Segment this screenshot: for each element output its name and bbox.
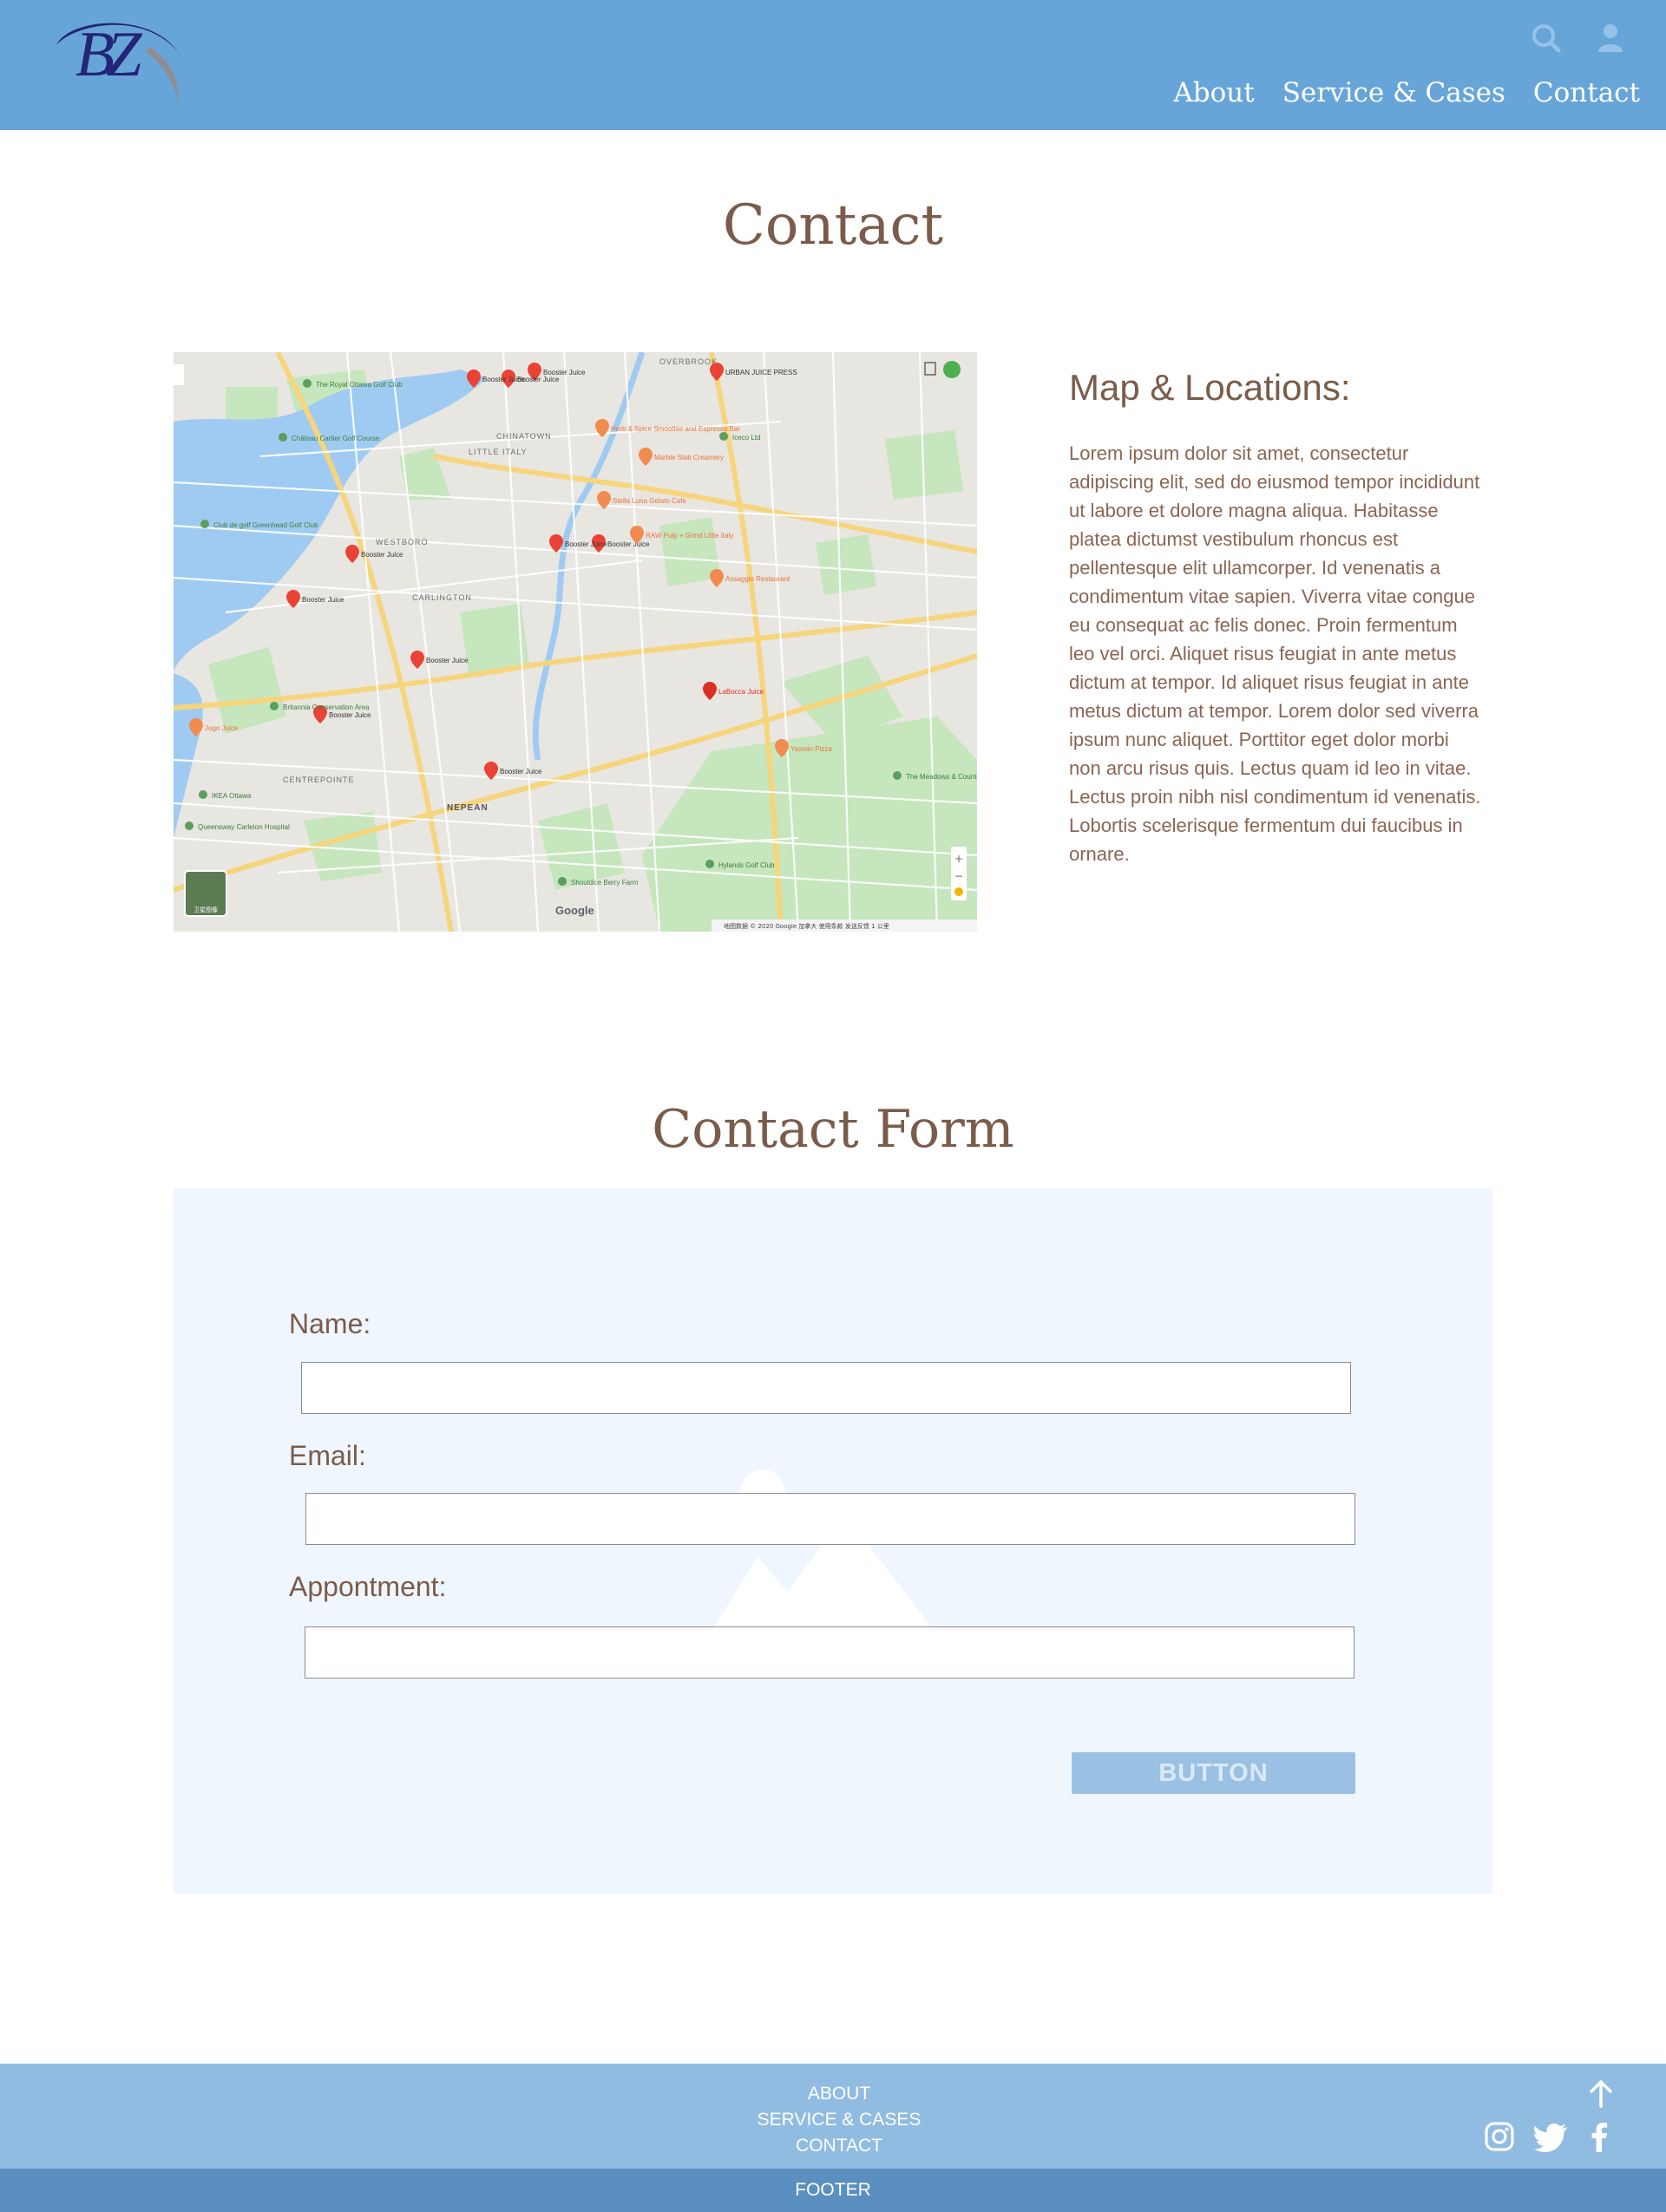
map-canvas[interactable]: OVERBROOK CHINATOWN LITTLE ITALY WESTBOR… [174, 352, 977, 932]
map-pin[interactable]: The Meadows & Country [893, 771, 977, 781]
map-pin-label: Iceco Ltd [732, 434, 760, 442]
nav-contact[interactable]: Contact [1533, 80, 1640, 107]
map-pin-label: URBAN JUICE PRESS [725, 369, 797, 376]
map-terms: 地图数据 © 2020 Google 加拿大 使用条款 发送反馈 1 公里 [724, 922, 889, 930]
contact-form: Name: Email: Appontment: BUTTON [174, 1188, 1492, 1894]
map-pin-label: Booster Juice [607, 540, 650, 548]
district-label: CARLINGTON [412, 593, 472, 602]
map-pin-label: Jugo Juice [205, 724, 239, 732]
submit-button[interactable]: BUTTON [1072, 1752, 1355, 1794]
search-icon[interactable] [1527, 19, 1565, 57]
page-title: Contact [722, 193, 944, 258]
map-poi-icon[interactable] [558, 877, 567, 886]
appointment-label: Appontment: [289, 1571, 447, 1602]
zoom-out-icon[interactable]: − [954, 870, 963, 882]
map-poi-icon[interactable] [719, 432, 728, 441]
map-poi-icon[interactable] [270, 702, 279, 710]
district-label: LITTLE ITALY [469, 448, 528, 456]
locations-heading: Map & Locations: [1069, 367, 1351, 408]
map-pin[interactable]: Britannia Conservation Area [270, 702, 370, 711]
map-pin-label: Queensway Carleton Hospital [198, 823, 290, 831]
map-badge-icon[interactable] [943, 361, 961, 378]
map-pin-label: LaBocca Juice [718, 688, 764, 696]
map-pin-label: Booster Juice [361, 551, 403, 559]
locations-description: Lorem ipsum dolor sit amet, consectetur … [1069, 442, 1481, 865]
footer-bar: FOOTER [0, 2169, 1666, 2212]
footer-bar-label: FOOTER [795, 2180, 871, 2200]
map-pin-label: Hylands Golf Club [718, 861, 775, 869]
site-footer: ABOUT SERVICE & CASES CONTACT [0, 2064, 1666, 2169]
map-poi-icon[interactable] [200, 520, 209, 528]
map-pin-label: Assaggio Restaurant [725, 575, 790, 583]
header-icon-group [1527, 19, 1666, 61]
map-pin-label: RAW Pulp + Grind Little Italy [646, 532, 733, 540]
name-label: Name: [289, 1308, 371, 1339]
site-header: BZ About Service & Cases Contact [0, 0, 1666, 130]
map-pin-label: The Royal Ottawa Golf Club [316, 381, 403, 389]
map-pin-label: Booster Juice [500, 768, 542, 776]
map-pin-label: Stella Luna Gelato Cafe [613, 497, 686, 505]
email-field[interactable] [305, 1493, 1355, 1545]
map-pin-label: Booster Juice [329, 711, 371, 719]
email-label: Email: [289, 1440, 366, 1471]
map-poi-icon[interactable] [199, 790, 207, 799]
zoom-in-icon[interactable]: + [954, 853, 963, 865]
map-pin-label: Château Cartier Golf Course [292, 435, 380, 442]
layer-label: 卫星图像 [193, 906, 218, 913]
twitter-icon[interactable] [1534, 2119, 1569, 2154]
form-title: Contact Form [652, 1099, 1014, 1160]
footer-link-service-cases[interactable]: SERVICE & CASES [0, 2107, 1666, 2133]
map-pin-label: Marble Slab Creamery [654, 454, 724, 461]
nav-service-cases[interactable]: Service & Cases [1282, 80, 1505, 107]
footer-nav: ABOUT SERVICE & CASES CONTACT [0, 2081, 1666, 2159]
facebook-icon[interactable] [1583, 2119, 1617, 2154]
main-nav: About Service & Cases Contact [1173, 80, 1640, 107]
collapse-panel-icon[interactable] [174, 364, 184, 385]
map-pin-label: Yasmin Pizza [790, 745, 832, 753]
pegman-icon[interactable] [954, 887, 963, 896]
arrow-up-icon[interactable] [1584, 2077, 1617, 2110]
map-pin-label: Booster Juice [426, 657, 469, 664]
footer-link-contact[interactable]: CONTACT [0, 2133, 1666, 2159]
map-pin-label: Shouldice Berry Farm [571, 879, 639, 887]
nav-about[interactable]: About [1173, 80, 1254, 107]
logo-text: BZ [75, 19, 141, 90]
map-pin-label: IKEA Ottawa [212, 792, 252, 800]
district-label: OVERBROOK [659, 357, 718, 366]
map-poi-icon[interactable] [279, 433, 287, 442]
user-icon[interactable] [1591, 19, 1630, 57]
name-field[interactable] [301, 1362, 1351, 1414]
district-label: CENTREPOINTE [283, 776, 355, 784]
map-poi-icon[interactable] [893, 771, 902, 780]
map-poi-icon[interactable] [185, 821, 193, 830]
map-poi-icon[interactable] [303, 379, 312, 388]
map-pin[interactable]: Iceco Ltd [719, 432, 760, 442]
instagram-icon[interactable] [1482, 2119, 1517, 2154]
map-pin[interactable]: Château Cartier Golf Course [279, 433, 380, 442]
map-pin-label: Britannia Conservation Area [283, 704, 370, 711]
map-pin[interactable]: Queensway Carleton Hospital [185, 821, 290, 831]
map-pin-label: The Meadows & Country [906, 773, 977, 781]
district-label: WESTBORO [376, 538, 429, 546]
map-pin[interactable]: Club de golf Greenhead Golf Club [200, 520, 318, 529]
map-pin-label: Booster Juice [302, 596, 344, 604]
map-pin[interactable]: The Royal Ottawa Golf Club [303, 379, 403, 389]
map-pin-label: Herb & Spice Smoothie and Espresso Bar [611, 425, 740, 433]
district-label: CHINATOWN [496, 432, 552, 441]
district-label: NEPEAN [447, 803, 489, 813]
footer-link-about[interactable]: ABOUT [0, 2081, 1666, 2107]
appointment-field[interactable] [305, 1626, 1354, 1679]
map-pin-label: Club de golf Greenhead Golf Club [213, 521, 318, 529]
google-attribution: Google [555, 904, 594, 917]
location-map[interactable]: OVERBROOK CHINATOWN LITTLE ITALY WESTBOR… [174, 352, 977, 932]
map-pin-label: Booster Juice [565, 540, 607, 548]
map-poi-icon[interactable] [705, 860, 714, 868]
brand-logo[interactable]: BZ [48, 12, 187, 116]
map-pin-label: Booster Juice [482, 376, 525, 383]
